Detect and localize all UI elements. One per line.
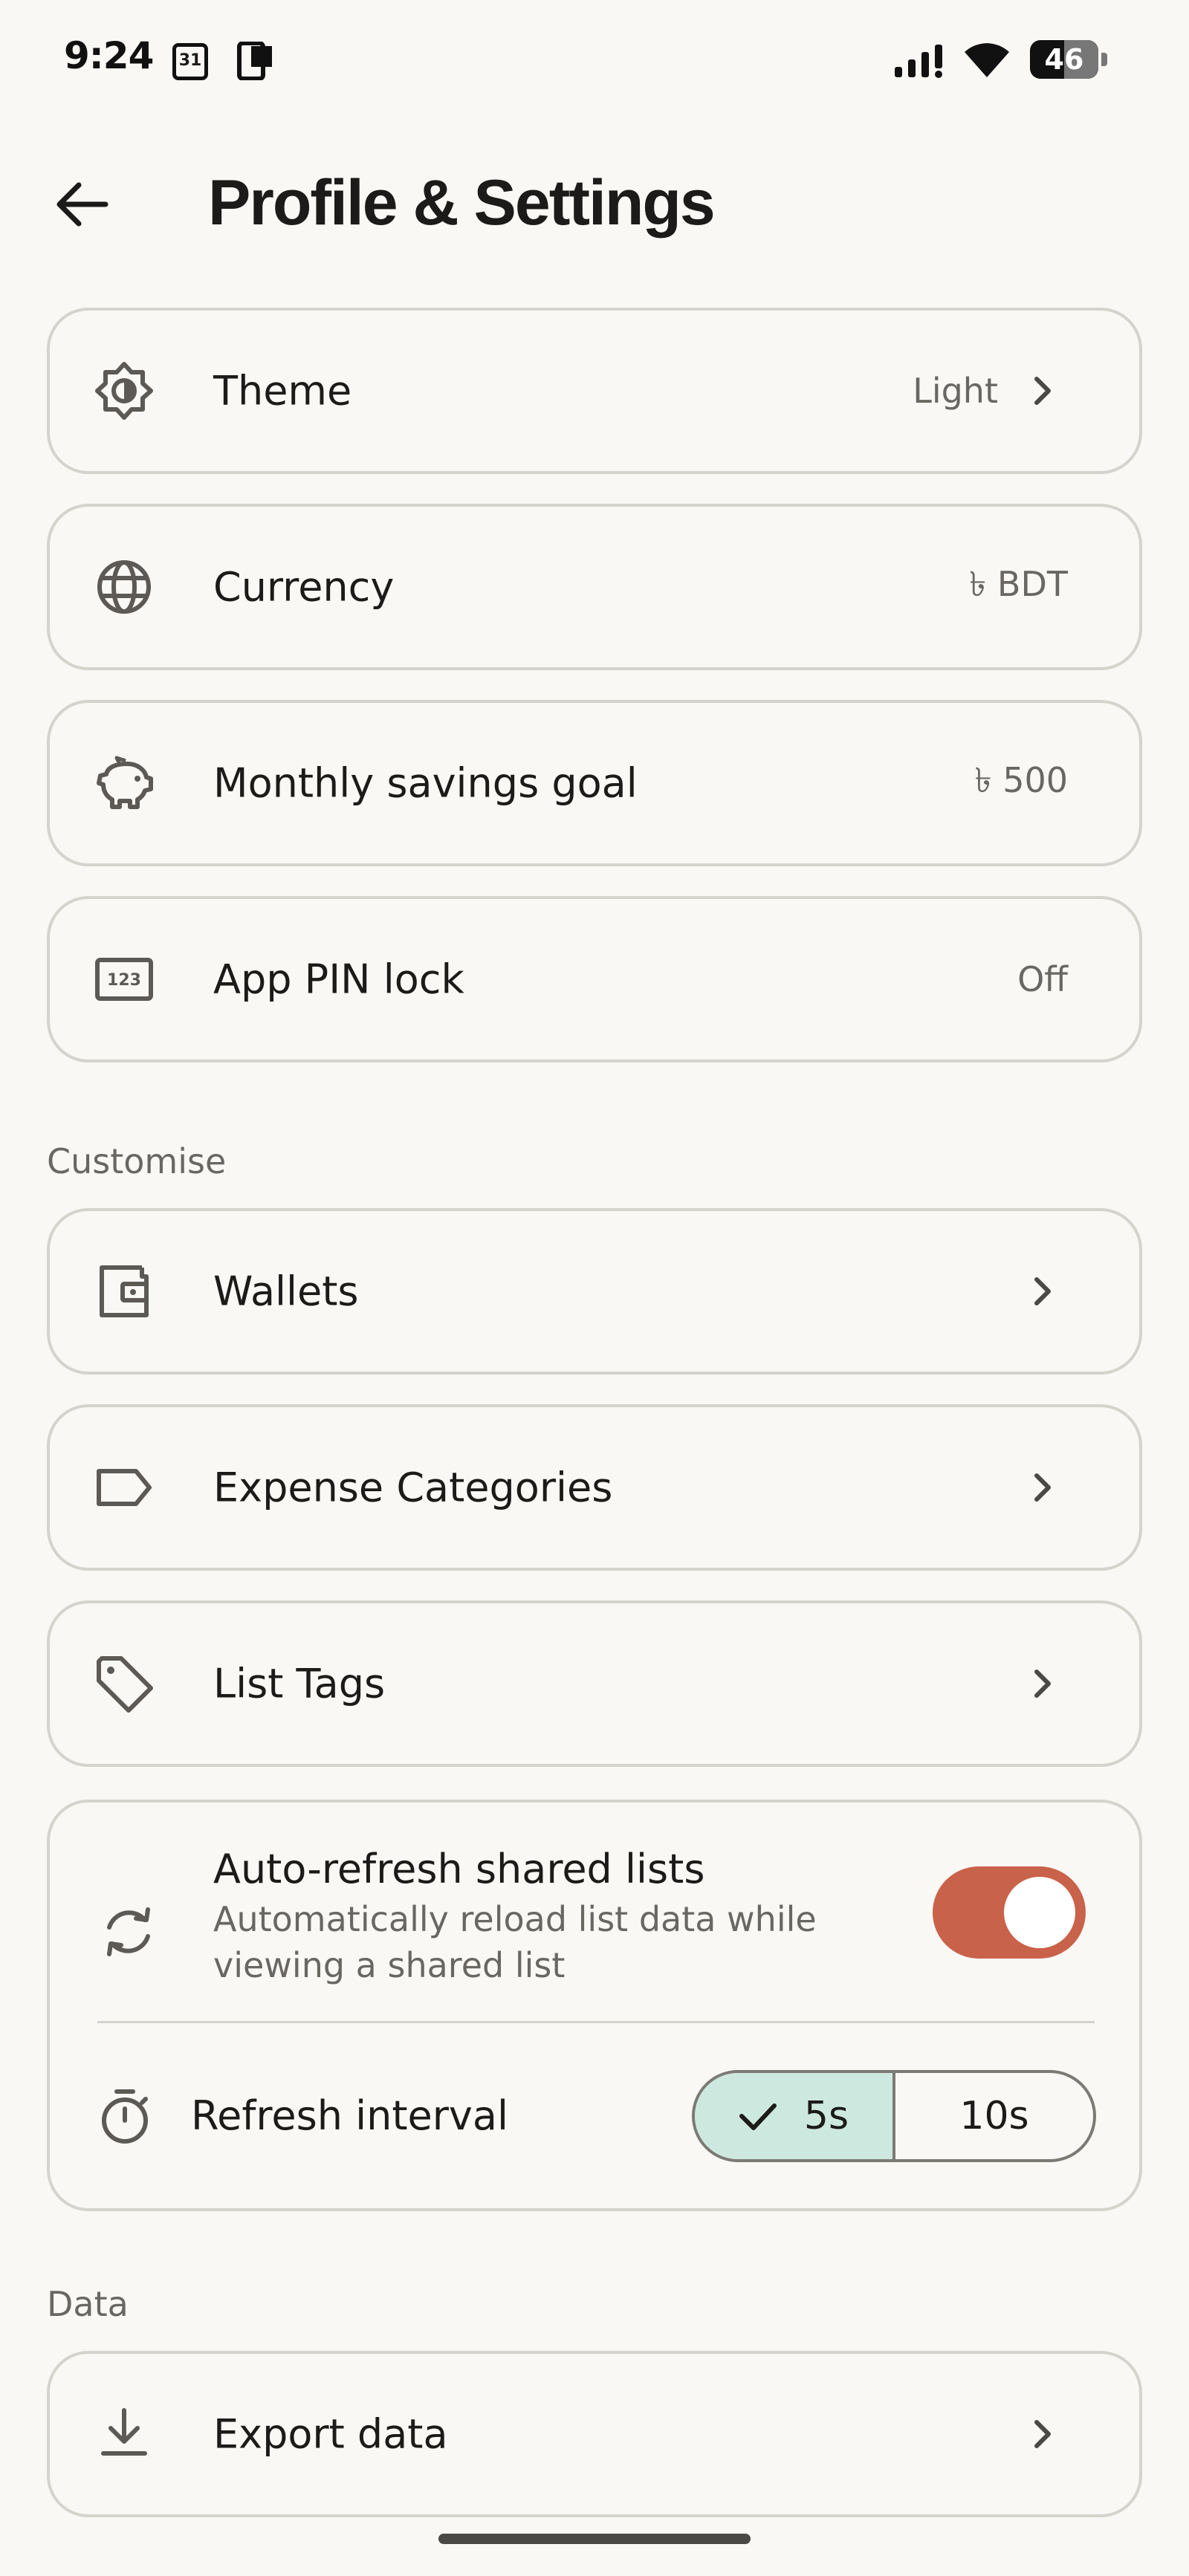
interval-option-label: 10s [959,2094,1029,2138]
battery-level: 46 [1044,43,1084,76]
setting-label: Monthly savings goal [213,759,638,807]
wifi-icon [965,43,1009,77]
home-indicator[interactable] [438,2534,751,2544]
item-label: Expense Categories [213,1464,613,1511]
toggle-knob [1004,1877,1075,1948]
item-label: Wallets [213,1268,359,1315]
interval-option-label: 5s [803,2094,849,2138]
setting-value: ৳ 500 [974,760,1068,800]
chevron-right-icon [1034,2420,1051,2448]
auto-refresh-card: Auto-refresh shared lists Automatically … [47,1800,1142,2211]
back-button[interactable] [45,171,119,238]
status-bar: 9:24 31 46 [0,0,1189,119]
phone-vibrate-icon [237,42,272,80]
section-label-data: Data [47,2284,129,2324]
export-data-card[interactable]: Export data [47,2351,1142,2517]
refresh-interval-segmented-control: 5s 10s [692,2070,1096,2162]
auto-refresh-toggle[interactable] [933,1866,1086,1959]
savings-goal-setting-card[interactable]: Monthly savings goal ৳ 500 [47,700,1142,866]
page-title: Profile & Settings [208,167,716,239]
chevron-right-icon [1034,1473,1051,1502]
status-time: 9:24 [64,34,154,77]
chevron-right-icon [1034,377,1051,405]
chevron-right-icon [1034,1277,1051,1305]
auto-refresh-title: Auto-refresh shared lists [213,1846,705,1892]
arrow-left-icon [56,182,108,227]
label-outline-icon [94,1458,154,1517]
expense-categories-card[interactable]: Expense Categories [47,1404,1142,1571]
tag-icon [94,1654,154,1713]
setting-value: Light [913,371,998,411]
setting-value: Off [1017,959,1068,999]
svg-text:123: 123 [107,971,141,990]
setting-label: App PIN lock [213,956,464,1003]
currency-setting-card[interactable]: Currency ৳ BDT [47,504,1142,670]
top-app-bar: Profile & Settings [0,141,1189,260]
setting-value: ৳ BDT [969,564,1068,604]
theme-setting-card[interactable]: Theme Light [47,308,1142,474]
check-icon [739,2103,777,2130]
globe-icon [94,557,154,617]
item-label: List Tags [213,1660,386,1707]
setting-label: Theme [213,367,352,415]
theme-brightness-icon [94,361,154,421]
auto-refresh-description: Automatically reload list data while vie… [213,1899,817,1985]
sync-icon [107,1907,150,1956]
pin-123-icon: 123 [94,950,154,1009]
calendar-icon: 31 [172,43,208,80]
interval-option-5s[interactable]: 5s [695,2073,895,2159]
refresh-interval-label: Refresh interval [191,2092,508,2139]
setting-label: Currency [213,563,395,611]
timer-icon [102,2089,148,2144]
list-tags-card[interactable]: List Tags [47,1600,1142,1767]
divider [97,2021,1095,2023]
chevron-right-icon [1034,1670,1051,1698]
download-icon [94,2404,154,2464]
wallet-icon [94,1262,154,1321]
item-label: Export data [213,2410,448,2458]
signal-icon [895,45,942,78]
battery-icon: 46 [1030,40,1107,79]
piggy-bank-icon [94,753,154,813]
pin-lock-setting-card[interactable]: 123 App PIN lock Off [47,896,1142,1062]
wallets-card[interactable]: Wallets [47,1208,1142,1375]
section-label-customise: Customise [47,1141,227,1181]
interval-option-10s[interactable]: 10s [895,2073,1093,2159]
